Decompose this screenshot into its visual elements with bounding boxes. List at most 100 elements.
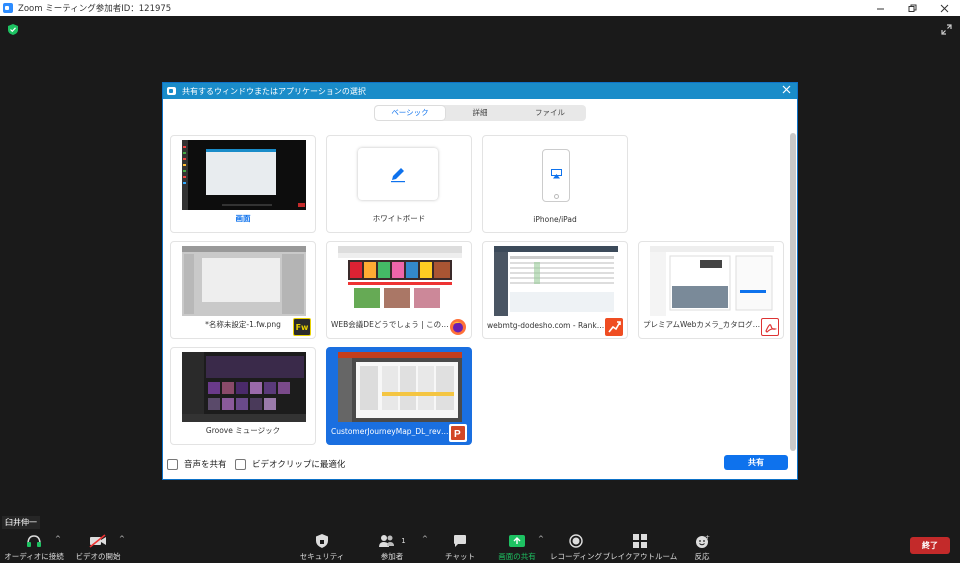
rank-tracker-app-icon	[605, 318, 623, 336]
participants-count: 1	[401, 537, 406, 545]
share-tile-pdf[interactable]: プレミアムWebカメラ_カタログ.pdf - ...	[638, 241, 784, 339]
optimize-video-checkbox[interactable]: ビデオクリップに最適化	[235, 458, 345, 470]
participants-label: 参加者	[380, 552, 404, 561]
window-thumbnail	[494, 246, 618, 316]
optimize-video-label: ビデオクリップに最適化	[252, 460, 346, 470]
home-button-icon	[554, 194, 559, 199]
share-screen-label: 画面の共有	[498, 552, 536, 561]
window-thumbnail	[338, 246, 462, 316]
minimize-icon	[876, 8, 884, 9]
firefox-app-icon	[449, 318, 467, 336]
window-titlebar: Zoom ミーティング参加者ID：121975	[0, 0, 960, 16]
close-icon	[782, 85, 791, 94]
encryption-shield-icon[interactable]	[8, 24, 18, 38]
pencil-icon	[391, 168, 405, 183]
security-button[interactable]: セキュリティ	[300, 530, 344, 563]
video-off-icon	[89, 533, 107, 549]
reactions-button[interactable]: + 反応	[688, 530, 716, 563]
share-tile-fireworks[interactable]: *名称未設定-1.fw.png Fw	[170, 241, 316, 339]
share-tile-powerpoint[interactable]: CustomerJourneyMap_DL_rev2.pp... P	[326, 347, 472, 445]
fullscreen-icon[interactable]	[941, 24, 952, 38]
whiteboard-card	[358, 148, 438, 200]
window-thumbnail	[182, 352, 306, 422]
zoom-logo-icon	[3, 3, 13, 13]
dialog-title: 共有するウィンドウまたはアプリケーションの選択	[182, 86, 366, 96]
tile-label: ホワイトボード	[372, 214, 426, 223]
checkbox-icon	[235, 458, 246, 470]
tile-label: 画面	[235, 214, 251, 223]
share-tabs: ベーシック 詳細 ファイル	[374, 105, 586, 121]
record-button[interactable]: レコーディング	[550, 530, 602, 563]
share-tile-whiteboard[interactable]: ホワイトボード	[326, 135, 472, 233]
dialog-close-button[interactable]	[782, 84, 791, 97]
breakout-rooms-button[interactable]: ブレイクアウトルーム	[603, 530, 677, 563]
share-tile-groove[interactable]: Groove ミュージック	[170, 347, 316, 445]
tile-label: Groove ミュージック	[205, 426, 281, 435]
powerpoint-app-icon: P	[449, 424, 467, 442]
record-label: レコーディング	[550, 552, 602, 561]
acrobat-app-icon	[761, 318, 779, 336]
video-button[interactable]: ビデオの開始	[74, 530, 122, 563]
tab-files[interactable]: ファイル	[515, 106, 585, 120]
share-tile-screen[interactable]: 画面	[170, 135, 316, 233]
minimize-button[interactable]	[864, 0, 896, 16]
reactions-label: 反応	[694, 552, 710, 561]
audio-label: オーディオに接続	[4, 552, 64, 561]
breakout-rooms-icon	[633, 533, 647, 549]
breakout-rooms-label: ブレイクアウトルーム	[602, 552, 678, 561]
restore-button[interactable]	[896, 0, 928, 16]
close-window-button[interactable]	[928, 0, 960, 16]
dialog-header: 共有するウィンドウまたはアプリケーションの選択	[163, 83, 797, 99]
share-tile-rank-tracker[interactable]: webmtg-dodesho.com - Rank Tra...	[482, 241, 628, 339]
security-label: セキュリティ	[299, 552, 345, 561]
chat-icon	[453, 533, 467, 549]
tab-advanced[interactable]: 詳細	[445, 106, 515, 120]
window-thumbnail	[650, 246, 774, 316]
phone-frame	[542, 149, 570, 202]
checkbox-icon	[167, 458, 178, 470]
tab-basic[interactable]: ベーシック	[375, 106, 445, 120]
participants-icon: 1	[378, 533, 406, 549]
window-controls	[864, 0, 960, 16]
headphones-icon	[26, 533, 42, 549]
chat-button[interactable]: チャット	[443, 530, 477, 563]
share-tile-firefox[interactable]: WEB会議DEどうでしょう | この一言…	[326, 241, 472, 339]
end-meeting-button[interactable]: 終了	[910, 537, 950, 554]
share-screen-icon	[509, 533, 525, 549]
share-dialog: 共有するウィンドウまたはアプリケーションの選択 ベーシック 詳細 ファイル 画面…	[162, 82, 798, 480]
screen-thumbnail	[182, 140, 306, 210]
zoom-logo-icon	[167, 87, 176, 95]
svg-text:+: +	[705, 534, 710, 541]
share-screen-button[interactable]: 画面の共有	[494, 530, 540, 563]
dialog-footer: 音声を共有 ビデオクリップに最適化 共有	[163, 449, 799, 479]
window-thumbnail	[338, 352, 462, 422]
restore-icon	[908, 4, 916, 12]
share-options-chevron-icon[interactable]: ^	[538, 535, 544, 543]
window-title: Zoom ミーティング参加者ID：121975	[18, 4, 172, 14]
video-options-chevron-icon[interactable]: ^	[119, 535, 125, 543]
meeting-toolbar: オーディオに接続 ^ ビデオの開始 ^ セキュリティ 1 参加者 ^ チャット …	[0, 530, 960, 563]
share-button[interactable]: 共有	[724, 455, 788, 470]
share-tile-iphone-ipad[interactable]: iPhone/iPad	[482, 135, 628, 233]
scrollbar[interactable]	[790, 133, 796, 451]
scrollbar-thumb[interactable]	[790, 133, 796, 451]
close-icon	[940, 4, 948, 12]
security-shield-icon	[316, 533, 328, 549]
chat-label: チャット	[445, 552, 475, 561]
reactions-icon: +	[695, 533, 710, 549]
participants-chevron-icon[interactable]: ^	[422, 535, 428, 543]
audio-button[interactable]: オーディオに接続	[4, 530, 64, 563]
audio-options-chevron-icon[interactable]: ^	[55, 535, 61, 543]
window-thumbnail	[182, 246, 306, 316]
tile-label: iPhone/iPad	[533, 215, 577, 224]
airplay-icon	[551, 169, 562, 182]
share-audio-checkbox[interactable]: 音声を共有	[167, 458, 227, 470]
record-icon	[569, 533, 583, 549]
share-content: 画面 ホワイトボード iPhone/iPad *名称未設定-1.fw.png F…	[163, 129, 799, 451]
video-label: ビデオの開始	[75, 552, 121, 561]
svg-text:P: P	[454, 429, 461, 440]
participants-button[interactable]: 1 参加者	[372, 530, 412, 563]
participant-name-label: 臼井伸一	[2, 516, 40, 529]
fireworks-app-icon: Fw	[293, 318, 311, 336]
share-audio-label: 音声を共有	[184, 460, 227, 470]
